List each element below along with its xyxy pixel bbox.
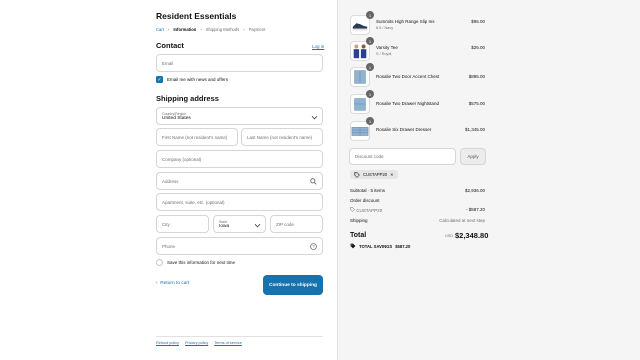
company-field[interactable]: Company (optional) (156, 150, 323, 168)
city-placeholder: City (162, 221, 170, 227)
refund-policy-link[interactable]: Refund policy (156, 341, 179, 345)
shipping-row: Shipping Calculated at next step (350, 218, 485, 223)
item-name: Rosalie Two Door Accent Chest (376, 74, 440, 79)
item-price: $895.00 (468, 74, 485, 79)
item-name: Summits High Range Slip Ins (376, 19, 435, 24)
item-name: Rosalie Two Drawer Nightstand (376, 101, 439, 106)
state-select[interactable]: State Iowa (213, 215, 266, 233)
terms-of-service-link[interactable]: Terms of service (214, 341, 242, 345)
item-price: $1,345.00 (464, 127, 485, 132)
continue-to-shipping-button[interactable]: Continue to shipping (263, 275, 323, 295)
total-savings-value: $587.20 (395, 243, 411, 249)
discount-code-input[interactable]: Discount code (349, 148, 456, 165)
footer-divider (156, 336, 323, 337)
chevron-right-icon: › (200, 27, 202, 32)
state-value: Iowa (219, 223, 230, 229)
discount-code-row: CUSTAPP20 - $587.20 (350, 207, 485, 213)
subtotal-value: $2,936.00 (464, 188, 485, 193)
total-savings: TOTAL SAVINGS $587.20 (350, 243, 410, 249)
store-name[interactable]: Resident Essentials (156, 11, 236, 21)
item-variant: 8.5 / Navy (376, 26, 394, 30)
newsletter-checkbox-row[interactable]: ✓ Email me with news and offers (156, 76, 228, 83)
company-placeholder: Company (optional) (162, 156, 202, 162)
phone-placeholder: Phone (162, 243, 176, 249)
address-field[interactable]: Address (156, 172, 323, 190)
item-name: Varsity Tee (376, 45, 398, 50)
item-name: Rosalie Six Drawer Dresser (376, 127, 432, 132)
save-info-label: Save this information for next time (167, 260, 236, 265)
quantity-badge: 1 (366, 90, 374, 98)
item-price: $26.00 (471, 45, 485, 50)
breadcrumb-information: Information (173, 27, 197, 32)
quantity-badge: 1 (366, 117, 374, 125)
help-icon[interactable]: ? (310, 243, 317, 250)
discount-code-label: CUSTAPP20 (356, 208, 383, 213)
discount-code-placeholder: Discount code (355, 154, 384, 159)
search-icon (310, 178, 317, 185)
cart-item: 1 Varsity Tee S / Royal (350, 37, 485, 61)
first-name-field[interactable]: First Name (not resident's name) (156, 128, 238, 146)
contact-heading: Contact (156, 41, 184, 50)
last-name-field[interactable]: Last Name (not resident's name) (241, 128, 323, 146)
tag-icon (350, 243, 356, 249)
tag-icon (354, 171, 360, 178)
remove-discount-icon[interactable]: ✕ (390, 172, 394, 177)
zip-field[interactable]: ZIP code (270, 215, 323, 233)
apartment-placeholder: Apartment, suite, etc. (optional) (162, 199, 225, 205)
breadcrumb-payment: Payment (248, 27, 266, 32)
subtotal-label: Subtotal · 5 items (350, 188, 386, 193)
applied-discount-chip: CUSTAPP20 ✕ (350, 170, 398, 179)
apply-discount-button[interactable]: Apply (460, 148, 486, 165)
email-placeholder: Email (162, 60, 174, 66)
return-to-cart-link[interactable]: ‹ Return to cart (156, 281, 189, 286)
total-savings-label: TOTAL SAVINGS (359, 243, 393, 249)
chevron-right-icon: › (167, 27, 170, 32)
city-field[interactable]: City (156, 215, 209, 233)
newsletter-checkbox[interactable]: ✓ (156, 76, 163, 83)
apartment-field[interactable]: Apartment, suite, etc. (optional) (156, 193, 323, 211)
discount-value: - $587.20 (465, 207, 485, 212)
total-value: $2,348.80 (455, 231, 489, 240)
phone-field[interactable]: Phone ? (156, 237, 323, 255)
chevron-down-icon (311, 113, 318, 120)
address-placeholder: Address (162, 178, 179, 184)
country-value: United States (162, 115, 191, 121)
shipping-value: Calculated at next step (439, 218, 485, 223)
breadcrumb-shipping: Shipping Methods (205, 27, 240, 32)
item-variant: S / Royal (376, 52, 392, 56)
tag-icon (350, 207, 355, 212)
login-link[interactable]: Log in (312, 44, 324, 49)
breadcrumb-cart[interactable]: Cart (156, 27, 164, 32)
breadcrumb: Cart › Information › Shipping Methods › Paymen… (156, 27, 265, 32)
quantity-badge: 1 (366, 63, 374, 71)
last-name-placeholder: Last Name (not resident's name) (247, 134, 313, 140)
order-discount-row: Order discount (350, 198, 485, 203)
newsletter-label: Email me with news and offers (167, 77, 228, 82)
item-price: $575.00 (468, 101, 485, 106)
shipping-label: Shipping (350, 218, 368, 223)
zip-placeholder: ZIP code (276, 221, 294, 227)
chevron-right-icon: › (243, 27, 245, 32)
checkout-form-panel: Resident Essentials Cart › Information › Shi… (0, 0, 337, 360)
quantity-badge: 1 (366, 11, 374, 19)
applied-discount-code: CUSTAPP20 (363, 172, 388, 177)
item-price: $95.00 (471, 19, 485, 24)
order-discount-label: Order discount (350, 198, 380, 203)
country-select[interactable]: Country/Region United States (156, 107, 323, 125)
first-name-placeholder: First Name (not resident's name) (162, 134, 228, 140)
footer-links: Refund policy Privacy policy Terms of serv… (156, 341, 248, 345)
cart-item: 1 Summits High Range Slip Ins 8.5 / Navy (350, 11, 485, 35)
return-to-cart-label: Return to cart (160, 281, 190, 286)
privacy-policy-link[interactable]: Privacy policy (185, 341, 208, 345)
save-info-checkbox-row[interactable]: Save this information for next time (156, 259, 235, 266)
chevron-down-icon (254, 221, 261, 228)
total-label: Total (350, 232, 367, 239)
email-field[interactable]: Email (156, 54, 323, 72)
quantity-badge: 1 (366, 37, 374, 45)
svg-text:?: ? (312, 244, 315, 249)
shipping-address-heading: Shipping address (156, 94, 219, 103)
subtotal-row: Subtotal · 5 items $2,936.00 (350, 188, 485, 193)
total-currency: USD (445, 234, 454, 238)
save-info-checkbox[interactable] (156, 259, 163, 266)
